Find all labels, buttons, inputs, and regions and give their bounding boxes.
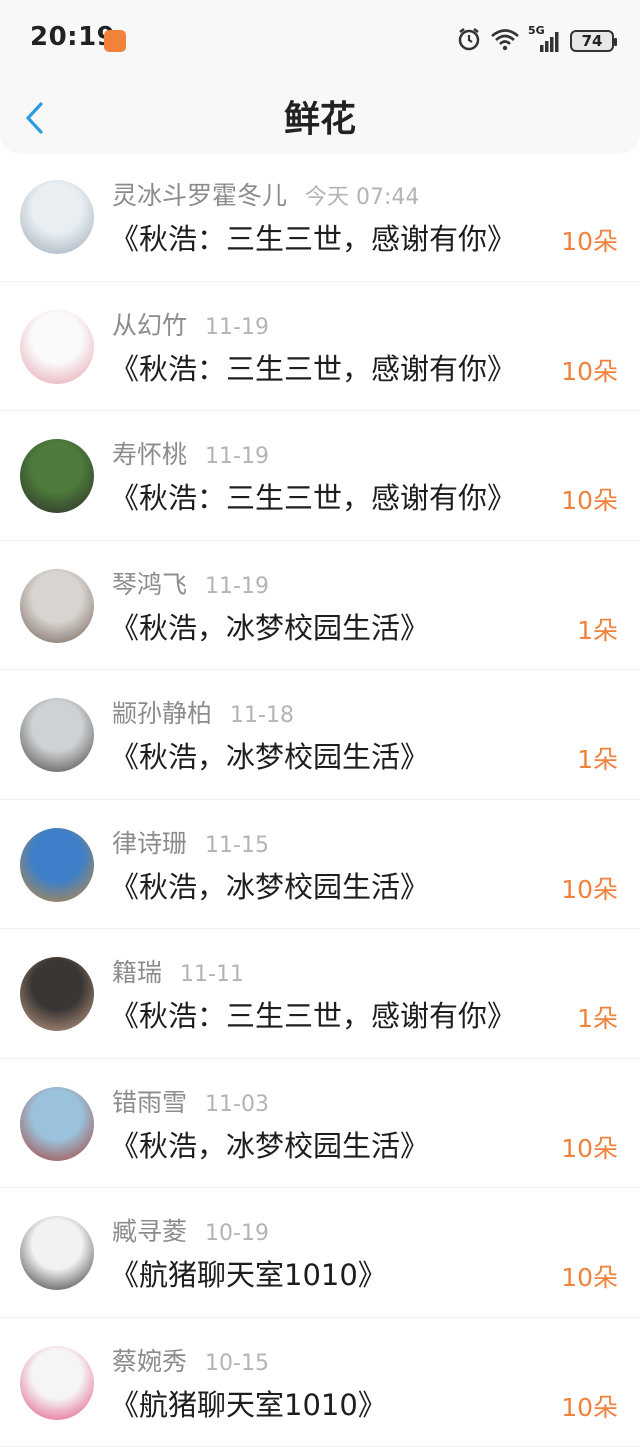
flower-count: 10朵 xyxy=(561,1258,618,1294)
timestamp: 11-19 xyxy=(205,315,269,340)
username[interactable]: 寿怀桃 xyxy=(112,435,187,471)
username[interactable]: 错雨雪 xyxy=(112,1083,187,1119)
item-meta: 寿怀桃 11-19 xyxy=(112,435,269,471)
top-header: 20:19 5G xyxy=(0,0,640,152)
flower-list-item[interactable]: 错雨雪 11-03 《秋浩，冰梦校园生活》 10朵 xyxy=(0,1059,640,1189)
avatar[interactable] xyxy=(20,180,94,254)
book-title[interactable]: 《秋浩：三生三世，感谢有你》 xyxy=(110,993,516,1035)
timestamp: 11-11 xyxy=(180,962,244,987)
username[interactable]: 蔡婉秀 xyxy=(112,1342,187,1378)
book-title[interactable]: 《秋浩，冰梦校园生活》 xyxy=(110,734,429,776)
battery-level: 74 xyxy=(582,32,603,50)
flower-count: 10朵 xyxy=(561,870,618,906)
item-meta: 从幻竹 11-19 xyxy=(112,306,269,342)
item-meta: 颛孙静柏 11-18 xyxy=(112,694,294,730)
nav-bar: 鲜花 xyxy=(0,80,640,152)
flower-list: 灵冰斗罗霍冬儿今天 07:44《秋浩：三生三世，感谢有你》10朵从幻竹11-19… xyxy=(0,152,640,1447)
flower-list-item[interactable]: 寿怀桃 11-19 《秋浩：三生三世，感谢有你》 10朵 xyxy=(0,411,640,541)
username[interactable]: 琴鸿飞 xyxy=(112,565,187,601)
status-icons: 5G 74 xyxy=(456,26,614,56)
book-title[interactable]: 《秋浩：三生三世，感谢有你》 xyxy=(110,346,516,388)
flower-list-item[interactable]: 颛孙静柏 11-18 《秋浩，冰梦校园生活》 1朵 xyxy=(0,670,640,800)
battery-icon: 74 xyxy=(570,30,614,52)
avatar[interactable] xyxy=(20,439,94,513)
username[interactable]: 灵冰斗罗霍冬儿 xyxy=(112,176,287,212)
book-title[interactable]: 《秋浩：三生三世，感谢有你》 xyxy=(110,216,516,258)
flower-count: 10朵 xyxy=(561,222,618,258)
item-meta: 籍瑞 11-11 xyxy=(112,953,244,989)
flower-list-item[interactable]: 籍瑞 11-11 《秋浩：三生三世，感谢有你》 1朵 xyxy=(0,929,640,1059)
avatar[interactable] xyxy=(20,828,94,902)
avatar[interactable] xyxy=(20,310,94,384)
flower-list-item[interactable]: 灵冰斗罗霍冬儿今天 07:44 《秋浩：三生三世，感谢有你》 10朵 xyxy=(0,152,640,282)
avatar[interactable] xyxy=(20,1346,94,1420)
timestamp: 10-19 xyxy=(205,1221,269,1246)
avatar[interactable] xyxy=(20,1087,94,1161)
avatar[interactable] xyxy=(20,1216,94,1290)
timestamp: 11-15 xyxy=(205,833,269,858)
flower-list-item[interactable]: 律诗珊 11-15 《秋浩，冰梦校园生活》 10朵 xyxy=(0,800,640,930)
flower-list-item[interactable]: 从幻竹 11-19 《秋浩：三生三世，感谢有你》 10朵 xyxy=(0,282,640,412)
item-meta: 臧寻菱 10-19 xyxy=(112,1212,269,1248)
app-notification-icon xyxy=(104,30,126,52)
timestamp: 11-19 xyxy=(205,444,269,469)
status-bar: 20:19 5G xyxy=(0,0,640,80)
avatar[interactable] xyxy=(20,569,94,643)
flower-count: 10朵 xyxy=(561,1129,618,1165)
page-title: 鲜花 xyxy=(0,90,640,142)
flower-count: 1朵 xyxy=(577,999,618,1035)
flower-count: 10朵 xyxy=(561,352,618,388)
flower-count: 10朵 xyxy=(561,481,618,517)
status-time: 20:19 xyxy=(30,22,115,52)
flower-count: 1朵 xyxy=(577,611,618,647)
timestamp: 11-03 xyxy=(205,1092,269,1117)
username[interactable]: 籍瑞 xyxy=(112,953,162,989)
book-title[interactable]: 《航猪聊天室1010》 xyxy=(110,1252,387,1294)
username[interactable]: 颛孙静柏 xyxy=(112,694,212,730)
flower-list-item[interactable]: 臧寻菱 10-19 《航猪聊天室1010》 10朵 xyxy=(0,1188,640,1318)
flower-count: 1朵 xyxy=(577,740,618,776)
book-title[interactable]: 《秋浩，冰梦校园生活》 xyxy=(110,605,429,647)
username[interactable]: 臧寻菱 xyxy=(112,1212,187,1248)
book-title[interactable]: 《秋浩，冰梦校园生活》 xyxy=(110,1123,429,1165)
item-meta: 律诗珊 11-15 xyxy=(112,824,269,860)
book-title[interactable]: 《航猪聊天室1010》 xyxy=(110,1382,387,1424)
avatar[interactable] xyxy=(20,698,94,772)
avatar[interactable] xyxy=(20,957,94,1031)
book-title[interactable]: 《秋浩，冰梦校园生活》 xyxy=(110,864,429,906)
item-meta: 蔡婉秀 10-15 xyxy=(112,1342,269,1378)
flower-list-item[interactable]: 蔡婉秀 10-15 《航猪聊天室1010》 10朵 xyxy=(0,1318,640,1447)
item-meta: 错雨雪 11-03 xyxy=(112,1083,269,1119)
signal-5g-icon: 5G xyxy=(528,28,562,54)
item-meta: 琴鸿飞 11-19 xyxy=(112,565,269,601)
alarm-icon xyxy=(456,26,482,56)
timestamp: 11-18 xyxy=(230,703,294,728)
flower-count: 10朵 xyxy=(561,1388,618,1424)
item-meta: 灵冰斗罗霍冬儿今天 07:44 xyxy=(112,176,419,212)
timestamp: 11-19 xyxy=(205,574,269,599)
timestamp: 10-15 xyxy=(205,1351,269,1376)
book-title[interactable]: 《秋浩：三生三世，感谢有你》 xyxy=(110,475,516,517)
timestamp: 今天 07:44 xyxy=(305,179,419,211)
wifi-icon xyxy=(490,27,520,55)
flower-list-item[interactable]: 琴鸿飞 11-19 《秋浩，冰梦校园生活》 1朵 xyxy=(0,541,640,671)
username[interactable]: 律诗珊 xyxy=(112,824,187,860)
username[interactable]: 从幻竹 xyxy=(112,306,187,342)
